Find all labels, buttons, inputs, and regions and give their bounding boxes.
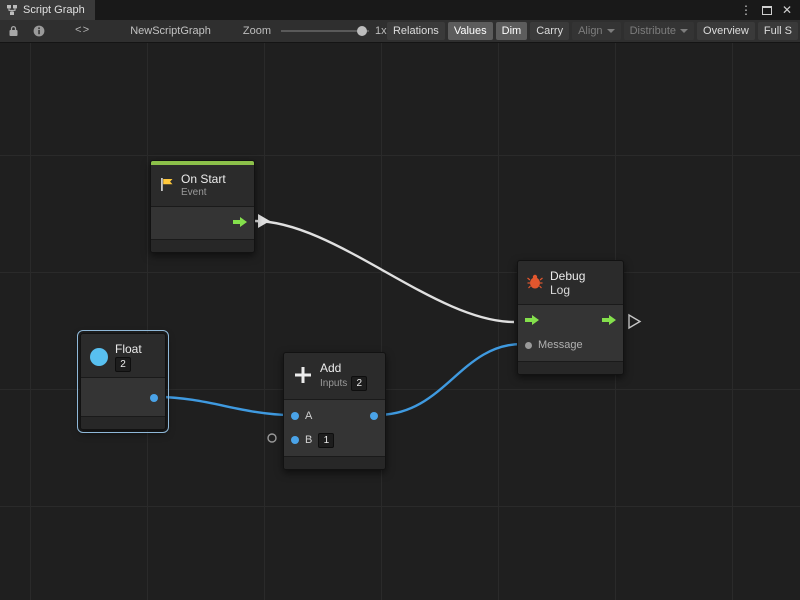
distribute-button[interactable]: Distribute [624, 22, 694, 40]
flow-wire [255, 221, 514, 322]
node-subtitle: Log [550, 284, 585, 296]
node-footer [518, 362, 623, 374]
message-input-row: Message [518, 333, 623, 357]
node-title: Float [115, 342, 142, 356]
maximize-icon[interactable] [762, 6, 772, 15]
value-output-port[interactable] [150, 394, 158, 402]
tab-bar: Script Graph ⋮ ✕ [0, 0, 800, 20]
toolbar-buttons: Relations Values Dim Carry Align Distrib… [387, 22, 800, 40]
inputs-label: Inputs [320, 378, 347, 390]
dim-button[interactable]: Dim [496, 22, 528, 40]
graph-canvas[interactable]: On Start Event [0, 43, 800, 600]
message-input-port[interactable] [525, 342, 532, 349]
zoom-slider-handle[interactable] [357, 26, 367, 36]
script-graph-window: Script Graph ⋮ ✕ <> NewScriptGraph Zoom [0, 0, 800, 600]
b-input-port[interactable] [291, 436, 299, 444]
lock-icon[interactable] [8, 25, 19, 37]
zoom-slider-track [281, 30, 369, 32]
node-title: Debug [550, 269, 585, 283]
b-value-field[interactable]: 1 [318, 433, 334, 448]
overview-button[interactable]: Overview [697, 22, 755, 40]
node-subtitle: Event [181, 187, 226, 199]
flow-output-port[interactable] [233, 216, 247, 230]
align-button[interactable]: Align [572, 22, 620, 40]
node-debug-log[interactable]: Debug Log [517, 260, 624, 375]
node-on-start[interactable]: On Start Event [150, 160, 255, 253]
node-title: Add [320, 361, 367, 375]
b-port-label: B [305, 434, 312, 446]
graph-icon [6, 4, 18, 16]
zoom-slider[interactable] [281, 25, 369, 37]
chevron-down-icon [680, 29, 688, 37]
node-footer [151, 240, 254, 252]
sum-output-port[interactable] [370, 412, 378, 420]
chevron-down-icon [607, 29, 615, 37]
trigger-row [518, 309, 623, 333]
float-value-field[interactable]: 2 [115, 357, 131, 372]
float-circle-icon [90, 348, 108, 366]
message-port-label: Message [538, 339, 583, 351]
a-input-port[interactable] [291, 412, 299, 420]
wires-layer [0, 43, 800, 600]
value-wire-add-to-log [377, 344, 522, 415]
flag-icon [160, 177, 174, 195]
tab-title: Script Graph [23, 4, 85, 16]
node-footer [284, 457, 385, 469]
graph-name-label: NewScriptGraph [130, 25, 211, 37]
bug-icon [527, 274, 543, 292]
info-icon[interactable] [33, 25, 45, 37]
unconnected-value-circle-icon[interactable] [268, 434, 276, 442]
node-title: On Start [181, 172, 226, 186]
tab-script-graph[interactable]: Script Graph [0, 0, 95, 20]
menu-icon[interactable]: ⋮ [740, 4, 752, 16]
flow-output-port[interactable] [602, 314, 616, 328]
fullscreen-button[interactable]: Full S [758, 22, 798, 40]
values-button[interactable]: Values [448, 22, 493, 40]
flow-wire-arrow-icon [258, 214, 270, 228]
node-add[interactable]: Add Inputs 2 A B 1 [283, 352, 386, 470]
code-view-icon[interactable]: <> [75, 25, 90, 37]
zoom-value: 1x [375, 25, 387, 37]
graph-toolbar: <> NewScriptGraph Zoom 1x Relations Valu… [0, 20, 800, 43]
unconnected-flow-triangle-icon[interactable] [629, 315, 640, 328]
window-controls: ⋮ ✕ [740, 0, 800, 20]
plus-icon [293, 365, 313, 388]
trigger-output-row [151, 211, 254, 235]
a-port-label: A [305, 410, 312, 422]
port-a-row: A [284, 404, 385, 428]
distribute-label: Distribute [630, 25, 676, 37]
align-label: Align [578, 25, 602, 37]
node-float[interactable]: Float 2 [80, 333, 166, 430]
value-output-row [81, 386, 165, 410]
flow-input-port[interactable] [525, 314, 539, 328]
value-wire-float-to-add [158, 397, 290, 415]
close-icon[interactable]: ✕ [782, 4, 792, 16]
carry-button[interactable]: Carry [530, 22, 569, 40]
inputs-count-field[interactable]: 2 [351, 376, 367, 391]
zoom-label: Zoom [243, 25, 271, 37]
port-b-row: B 1 [284, 428, 385, 452]
relations-button[interactable]: Relations [387, 22, 445, 40]
node-footer [81, 417, 165, 429]
